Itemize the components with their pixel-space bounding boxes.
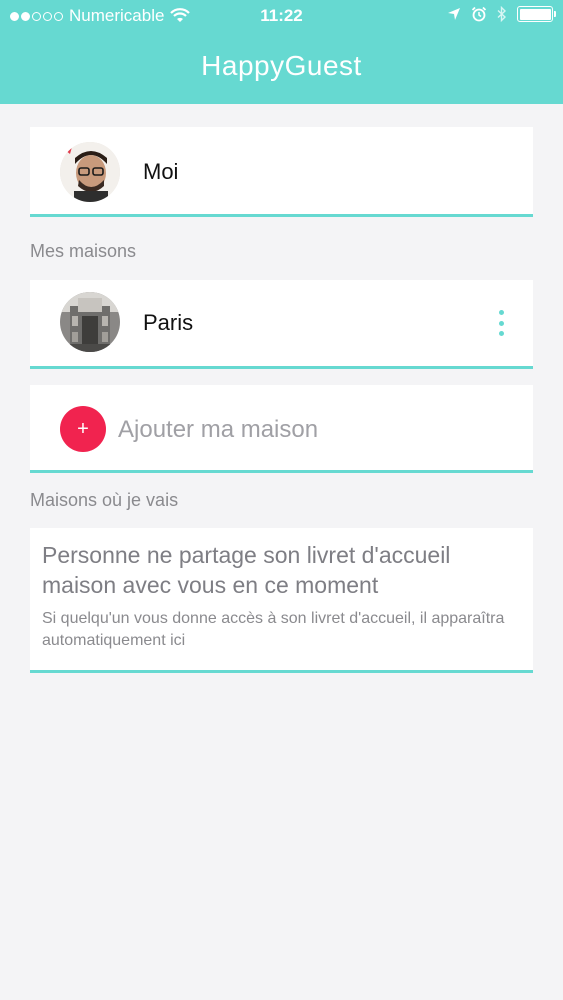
avatar	[60, 142, 120, 202]
section-title-visiting: Maisons où je vais	[30, 490, 179, 510]
more-dot	[498, 331, 504, 336]
status-bar: Numericable 11:22	[0, 0, 563, 32]
add-house-button[interactable]: + Ajouter ma maison	[30, 385, 533, 473]
bluetooth-icon	[497, 6, 507, 22]
battery-icon	[517, 6, 556, 22]
more-dot	[498, 310, 504, 315]
empty-state-card: Personne ne partage son livret d'accueil…	[30, 528, 533, 673]
location-arrow-icon	[448, 8, 460, 20]
empty-state-subtitle: Si quelqu'un vous donne accès à son livr…	[42, 610, 505, 649]
plus-icon[interactable]: +	[60, 406, 106, 452]
app-title: HappyGuest	[201, 50, 362, 81]
status-right	[447, 6, 556, 22]
house-row-paris[interactable]: Paris	[30, 280, 533, 369]
battery-level	[519, 8, 551, 20]
more-dot	[498, 320, 504, 326]
profile-row[interactable]: Moi	[30, 127, 533, 217]
house-photo	[60, 292, 120, 352]
more-vertical-icon[interactable]	[495, 310, 507, 336]
add-house-label: Ajouter ma maison	[118, 416, 319, 443]
profile-name: Moi	[143, 159, 179, 184]
section-title-my-houses: Mes maisons	[30, 241, 137, 261]
house-name: Paris	[143, 310, 194, 335]
alarm-clock-icon	[471, 6, 487, 22]
top-bar: Numericable 11:22 HappyGuest	[0, 0, 563, 104]
empty-state-title: Personne ne partage son livret d'accueil…	[42, 542, 451, 598]
